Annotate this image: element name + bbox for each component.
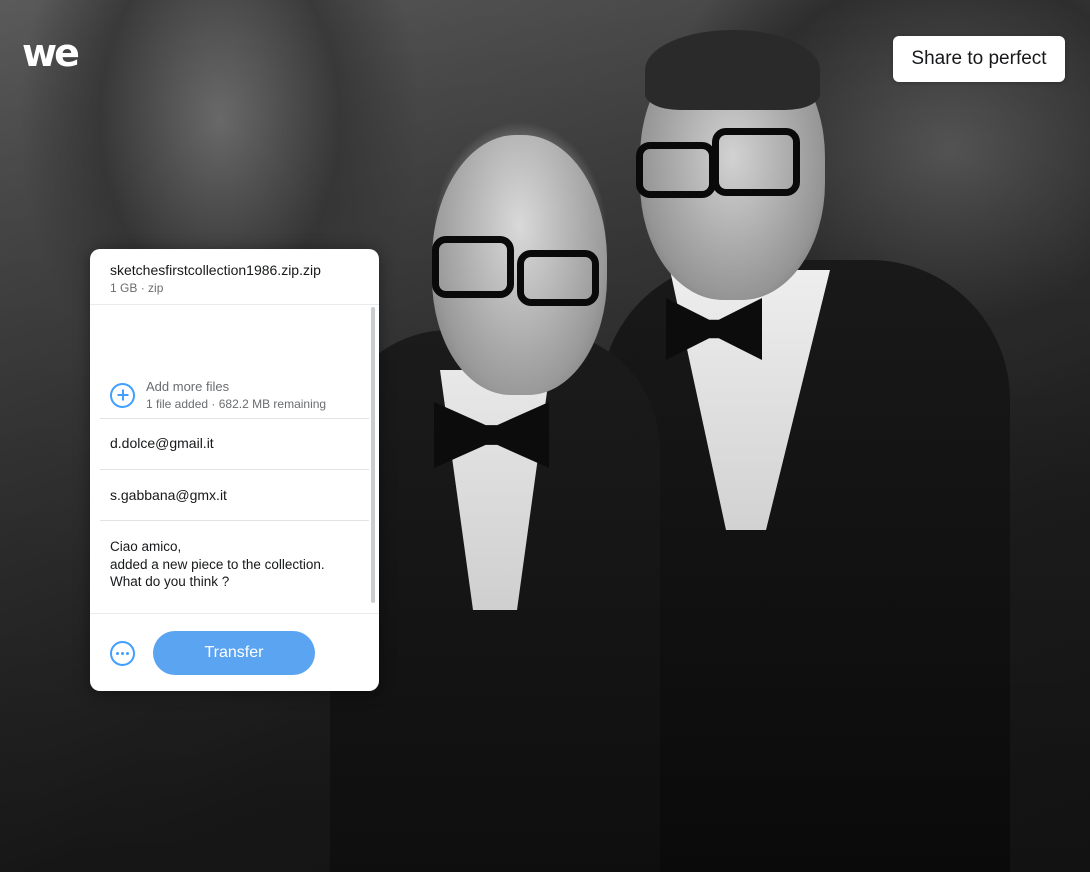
background-glasses-right-2 [712, 128, 800, 196]
panel-scrollbar[interactable] [371, 307, 375, 603]
email-to-field[interactable]: d.dolce@gmail.it [110, 435, 359, 451]
background-hair-right [645, 30, 820, 110]
divider [100, 469, 369, 470]
wetransfer-logo[interactable]: we [22, 34, 80, 72]
file-size: 1 GB [110, 281, 138, 295]
background-glasses-right [636, 142, 716, 198]
file-type: zip [148, 281, 164, 295]
transfer-panel: sketchesfirstcollection1986.zip.zip 1 GB… [90, 249, 379, 691]
your-email-field[interactable]: s.gabbana@gmx.it [110, 487, 359, 503]
add-more-files-text: Add more files 1 file added · 682.2 MB r… [146, 379, 326, 411]
add-more-files-label: Add more files [146, 379, 230, 394]
file-item[interactable]: sketchesfirstcollection1986.zip.zip 1 GB… [90, 249, 379, 305]
file-meta: 1 GB · zip [110, 281, 359, 295]
divider [100, 418, 369, 419]
more-options-icon[interactable] [110, 641, 135, 666]
background-glasses-left [432, 236, 514, 298]
share-button[interactable]: Share to perfect [893, 36, 1065, 82]
files-remaining-status: 1 file added · 682.2 MB remaining [146, 397, 327, 411]
message-field[interactable]: Ciao amico, added a new piece to the col… [110, 538, 359, 591]
background-glasses-left-2 [517, 250, 599, 306]
transfer-button[interactable]: Transfer [153, 631, 315, 675]
divider [100, 520, 369, 521]
add-more-files-button[interactable]: Add more files 1 file added · 682.2 MB r… [90, 373, 379, 417]
file-name: sketchesfirstcollection1986.zip.zip [110, 262, 321, 278]
plus-circle-icon[interactable] [110, 382, 135, 408]
meta-separator: · [140, 281, 149, 295]
panel-footer: Transfer [90, 613, 379, 691]
